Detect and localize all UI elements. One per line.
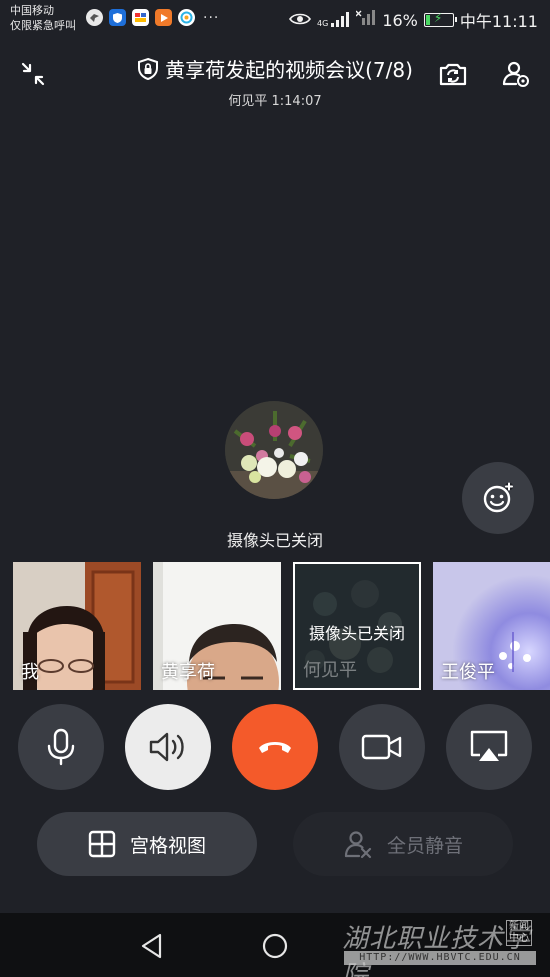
status-bar: 中国移动 仅限紧急呼叫 ··· 4G 16% ⚡ 中午11:11 bbox=[0, 0, 550, 38]
bird-app-icon bbox=[86, 9, 103, 26]
screen-cast-icon bbox=[470, 730, 508, 761]
hang-up-button[interactable] bbox=[232, 704, 318, 790]
home-button[interactable] bbox=[262, 933, 288, 963]
mute-all-icon bbox=[344, 831, 372, 859]
participant-strip: 我 黄享荷 摄像头已关闭 何见平 王俊平 bbox=[0, 562, 550, 690]
hang-up-icon bbox=[259, 742, 291, 753]
watermark-url: HTTP://WWW.HBVTC.EDU.CN bbox=[344, 951, 536, 965]
mute-all-label: 全员静音 bbox=[386, 834, 463, 857]
camera-toggle-button[interactable] bbox=[339, 704, 425, 790]
lock-shield-icon bbox=[138, 57, 159, 80]
battery-fill bbox=[425, 15, 430, 25]
participant-name: 王俊平 bbox=[441, 662, 495, 683]
shield-app-icon bbox=[109, 9, 126, 26]
back-button[interactable] bbox=[140, 933, 164, 963]
eye-comfort-icon bbox=[289, 11, 311, 30]
participant-name: 我 bbox=[21, 662, 39, 683]
participant-settings-button[interactable] bbox=[498, 56, 534, 92]
network-type: 4G bbox=[317, 19, 329, 28]
play-app-icon bbox=[155, 9, 172, 26]
participant-name: 黄享荷 bbox=[161, 662, 215, 683]
participant-tile-wang[interactable]: 王俊平 bbox=[433, 562, 550, 690]
home-circle-icon bbox=[262, 933, 288, 959]
participant-tile-huang[interactable]: 黄享荷 bbox=[153, 562, 281, 690]
back-triangle-icon bbox=[141, 933, 162, 959]
camera-app-icon bbox=[178, 9, 195, 26]
watermark-badge-line1: 新闻 bbox=[509, 921, 529, 932]
mute-all-button[interactable]: 全员静音 bbox=[293, 812, 513, 876]
signal-no-sim-icon bbox=[355, 10, 376, 30]
video-app-icon bbox=[132, 9, 149, 26]
battery-icon: ⚡ bbox=[423, 11, 457, 27]
speaker-button[interactable] bbox=[125, 704, 211, 790]
screen-share-button[interactable] bbox=[446, 704, 532, 790]
meeting-title: 黄享荷发起的视频会议(7/8) bbox=[137, 54, 413, 83]
meeting-duration: 何见平 1:14:07 bbox=[228, 93, 322, 109]
carrier-info: 中国移动 仅限紧急呼叫 bbox=[10, 3, 76, 33]
participant-tile-me[interactable]: 我 bbox=[13, 562, 141, 690]
watermark-badge-line2: 中心 bbox=[509, 933, 529, 944]
flowers-avatar bbox=[225, 401, 323, 499]
watermark: 湖北职业技术学院 新闻 中心 HTTP://WWW.HBVTC.EDU.CN bbox=[340, 918, 540, 977]
video-camera-icon bbox=[361, 734, 402, 760]
smiley-sparkle-icon bbox=[483, 482, 513, 513]
grid-view-button[interactable]: 宫格视图 bbox=[37, 812, 257, 876]
battery-percent: 16% bbox=[382, 10, 418, 30]
tile-camera-off-label: 摄像头已关闭 bbox=[308, 624, 405, 643]
clock: 中午11:11 bbox=[459, 12, 538, 31]
camera-switch-icon bbox=[439, 63, 467, 86]
switch-camera-button[interactable] bbox=[435, 56, 471, 92]
grid-view-label: 宫格视图 bbox=[129, 834, 206, 857]
microphone-button[interactable] bbox=[18, 704, 104, 790]
emergency-only-text: 仅限紧急呼叫 bbox=[10, 19, 76, 32]
speaker-icon bbox=[149, 732, 184, 762]
watermark-badge: 新闻 中心 bbox=[506, 920, 532, 946]
notification-icons: ··· bbox=[86, 9, 219, 26]
signal-4g-icon: 4G bbox=[317, 12, 350, 28]
meeting-title-text: 黄享荷发起的视频会议(7/8) bbox=[165, 58, 413, 82]
participant-settings-icon bbox=[502, 61, 529, 87]
charging-bolt-icon: ⚡ bbox=[433, 11, 443, 25]
system-status: 4G 16% ⚡ 中午11:11 bbox=[289, 8, 538, 32]
carrier-name: 中国移动 bbox=[10, 4, 54, 17]
camera-off-label: 摄像头已关闭 bbox=[226, 531, 323, 550]
reaction-button[interactable] bbox=[462, 462, 534, 534]
participant-tile-he[interactable]: 摄像头已关闭 何见平 bbox=[293, 562, 421, 690]
participant-name: 何见平 bbox=[303, 660, 357, 681]
grid-icon bbox=[88, 830, 116, 858]
more-notifications: ··· bbox=[203, 9, 220, 26]
microphone-icon bbox=[47, 728, 75, 766]
